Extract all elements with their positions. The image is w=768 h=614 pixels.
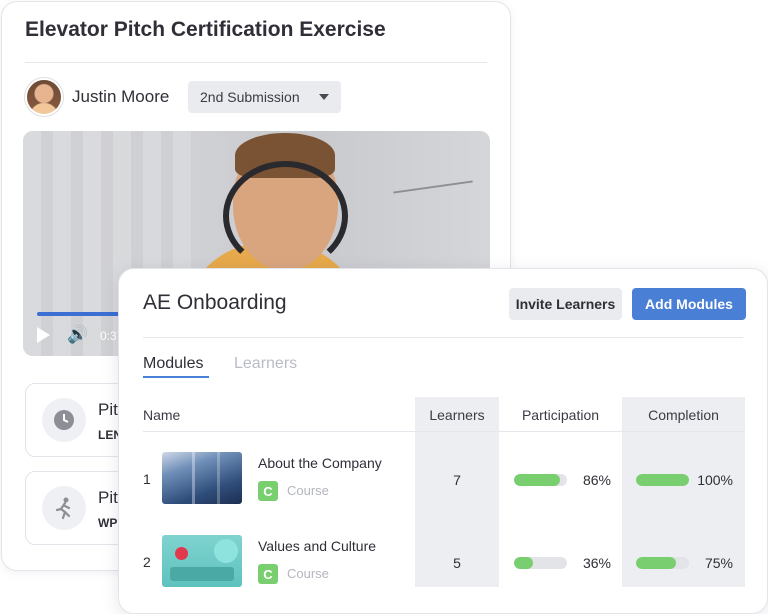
row-number: 1	[143, 471, 151, 487]
divider	[143, 337, 743, 338]
criteria-subtitle: WP	[98, 516, 118, 530]
row-number: 2	[143, 554, 151, 570]
add-modules-button[interactable]: Add Modules	[632, 288, 746, 320]
video-progress-fill	[37, 312, 130, 316]
participation-bar	[514, 557, 567, 569]
headset-icon	[223, 161, 348, 271]
column-header-name[interactable]: Name	[143, 407, 180, 423]
criteria-title: Pit	[98, 400, 118, 419]
play-icon[interactable]	[37, 327, 50, 343]
divider	[143, 431, 745, 432]
participation-value: 86%	[582, 472, 611, 488]
course-title: AE Onboarding	[143, 291, 287, 314]
user-name: Justin Moore	[72, 87, 170, 106]
course-card: AE Onboarding Invite Learners Add Module…	[118, 268, 768, 614]
volume-icon[interactable]: 🔊	[67, 325, 88, 345]
module-type: Course	[287, 566, 329, 581]
avatar	[25, 78, 63, 116]
module-title[interactable]: Values and Culture	[258, 538, 376, 554]
learners-count: 5	[453, 555, 461, 571]
participation-bar-fill	[514, 474, 560, 486]
invite-learners-button[interactable]: Invite Learners	[509, 288, 622, 320]
course-type-badge: C	[258, 481, 278, 501]
participation-bar-fill	[514, 557, 534, 569]
completion-bar	[636, 557, 689, 569]
submission-dropdown[interactable]: 2nd Submission	[188, 81, 341, 113]
thumbnail-shape	[175, 547, 188, 560]
completion-bar-fill	[636, 474, 689, 486]
tab-learners[interactable]: Learners	[234, 355, 297, 373]
clock-icon	[42, 398, 86, 442]
module-title[interactable]: About the Company	[258, 455, 382, 471]
criteria-title: Pit	[98, 488, 118, 507]
participation-value: 36%	[582, 555, 611, 571]
completion-bar-fill	[636, 557, 676, 569]
completion-value: 75%	[704, 555, 733, 571]
thumbnail-shape	[214, 539, 238, 563]
module-thumbnail	[162, 452, 242, 504]
column-header-completion[interactable]: Completion	[622, 407, 745, 423]
participation-bar	[514, 474, 567, 486]
completion-bar	[636, 474, 689, 486]
column-header-learners[interactable]: Learners	[415, 407, 499, 423]
learners-count: 7	[453, 472, 461, 488]
column-header-participation[interactable]: Participation	[499, 407, 622, 423]
thumbnail-shape	[170, 567, 234, 581]
submission-title: Elevator Pitch Certification Exercise	[25, 18, 386, 41]
string-lights	[393, 180, 473, 194]
active-tab-indicator	[143, 376, 209, 378]
completion-value: 100%	[697, 472, 733, 488]
submission-dropdown-label: 2nd Submission	[200, 89, 300, 105]
runner-icon	[42, 486, 86, 530]
chevron-down-icon	[319, 94, 329, 100]
divider	[25, 62, 487, 63]
module-thumbnail	[162, 535, 242, 587]
course-type-badge: C	[258, 564, 278, 584]
tab-modules[interactable]: Modules	[143, 355, 203, 373]
module-type: Course	[287, 483, 329, 498]
